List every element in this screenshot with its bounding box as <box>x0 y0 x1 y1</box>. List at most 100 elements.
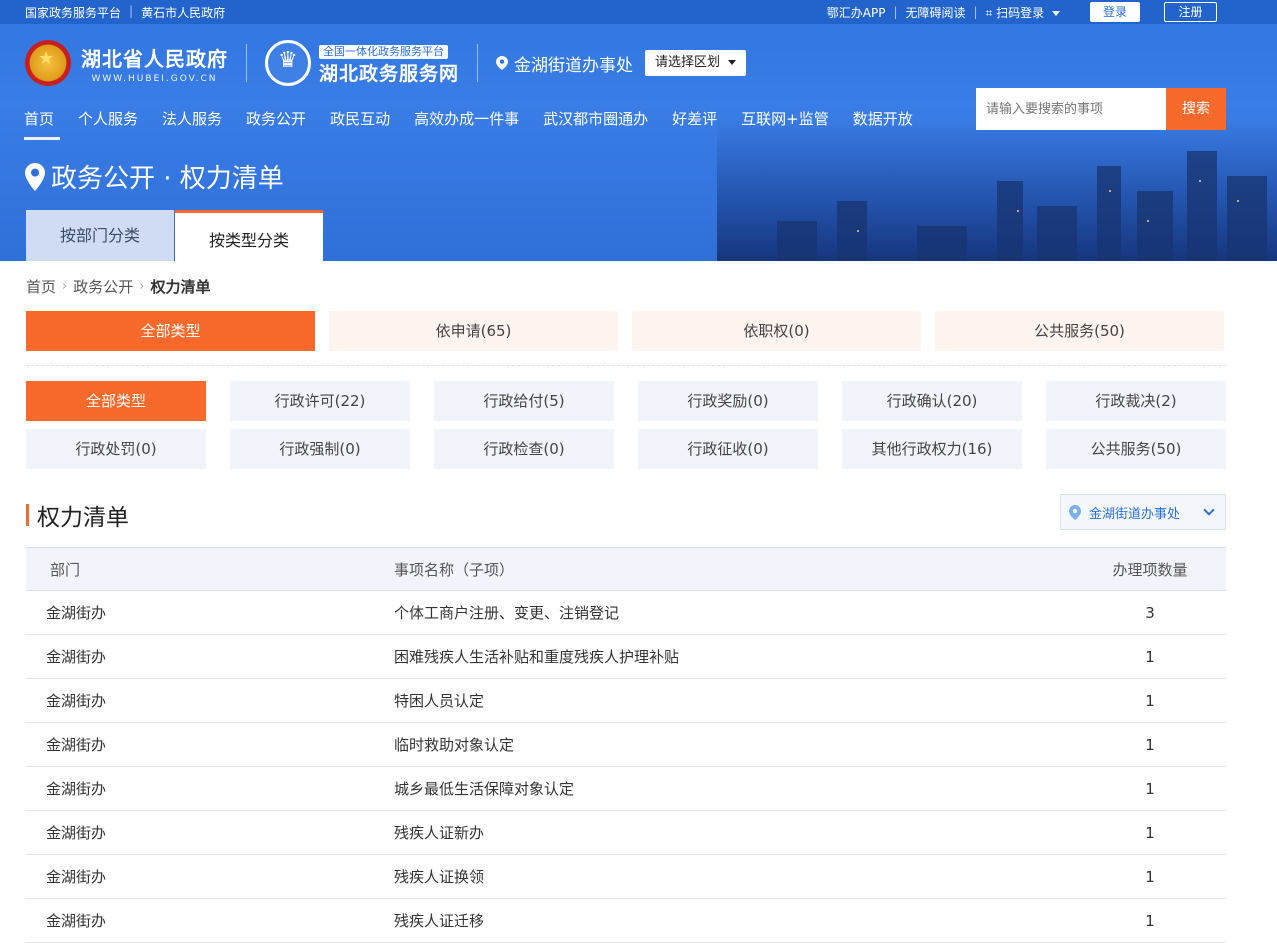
sub-filter-all[interactable]: 全部类型 <box>26 381 206 421</box>
table-row[interactable]: 金湖街办 残疾人证新办 1 <box>26 811 1226 855</box>
sub-filter-enforcement[interactable]: 行政强制(0) <box>230 429 410 469</box>
table-row[interactable]: 金湖街办 临时救助对象认定 1 <box>26 723 1226 767</box>
divider <box>477 44 479 82</box>
location-indicator: 金湖街道办事处 请选择区划 <box>496 50 747 76</box>
location-pin-icon <box>25 162 45 191</box>
cell-item-name[interactable]: 残疾人证换领 <box>394 855 1074 899</box>
qrcode-icon: ⌗ <box>985 5 993 20</box>
cell-count: 1 <box>1145 823 1155 842</box>
city-skyline-image <box>717 120 1277 261</box>
location-name: 金湖街道办事处 <box>514 55 634 76</box>
section-title-text: 权力清单 <box>37 505 129 531</box>
category-tabs: 按部门分类 按类型分类 <box>26 210 323 261</box>
table-row[interactable]: 金湖街办 个体工商户注册、变更、注销登记 3 <box>26 591 1226 635</box>
cell-department: 金湖街办 <box>46 912 107 930</box>
national-platform-link[interactable]: 国家政务服务平台 <box>25 4 121 21</box>
table-row[interactable]: 金湖街办 残疾人证迁移 1 <box>26 899 1226 943</box>
sub-filter-public-service[interactable]: 公共服务(50) <box>1046 429 1226 469</box>
gov-title: 湖北省人民政府 <box>81 46 228 71</box>
app-link[interactable]: 鄂汇办APP <box>827 4 886 21</box>
cell-item-name[interactable]: 城乡最低生活保障对象认定 <box>394 767 1074 811</box>
sub-filter-license[interactable]: 行政许可(22) <box>230 381 410 421</box>
nav-item-supervision[interactable]: 互联网+监管 <box>741 108 829 138</box>
region-dropdown[interactable]: 金湖街道办事处 <box>1060 494 1226 530</box>
nav-item-interaction[interactable]: 政民互动 <box>330 108 390 138</box>
nav-item-home[interactable]: 首页 <box>24 108 61 140</box>
page-title-text: 政务公开 · 权力清单 <box>51 164 284 194</box>
type-filter-public-service[interactable]: 公共服务(50) <box>935 311 1224 351</box>
chevron-right-icon: › <box>139 279 145 294</box>
sub-filter-grid: 全部类型 行政许可(22) 行政给付(5) 行政奖励(0) 行政确认(20) 行… <box>26 381 1226 469</box>
table-row[interactable]: 金湖街办 特困人员认定 1 <box>26 679 1226 723</box>
platform-tag: 全国一体化政务服务平台 <box>319 45 448 59</box>
location-pin-icon <box>1069 504 1081 520</box>
region-select-label: 请选择区划 <box>655 55 721 70</box>
nav-item-legal-person[interactable]: 法人服务 <box>162 108 222 138</box>
cell-count: 3 <box>1145 603 1155 622</box>
search-button[interactable]: 搜索 <box>1166 88 1226 130</box>
column-header-count: 办理项数量 <box>1112 560 1188 579</box>
region-dropdown-label: 金湖街道办事处 <box>1089 506 1181 522</box>
login-button[interactable]: 登录 <box>1089 2 1140 22</box>
main-nav: 首页 个人服务 法人服务 政务公开 政民互动 高效办成一件事 武汉都市圈通办 好… <box>24 108 937 140</box>
nav-item-one-thing[interactable]: 高效办成一件事 <box>414 108 519 138</box>
cell-item-name[interactable]: 残疾人证新办 <box>394 811 1074 855</box>
page-title: 政务公开 · 权力清单 <box>25 158 284 195</box>
cell-department: 金湖街办 <box>46 648 107 666</box>
nav-item-evaluation[interactable]: 好差评 <box>672 108 717 138</box>
huangshi-gov-link[interactable]: 黄石市人民政府 <box>141 4 225 21</box>
gov-logo-text[interactable]: 湖北省人民政府 WWW.HUBEI.GOV.CN <box>81 43 228 84</box>
cell-count: 1 <box>1145 911 1155 930</box>
region-select[interactable]: 请选择区划 <box>645 50 747 76</box>
sub-filter-inspection[interactable]: 行政检查(0) <box>434 429 614 469</box>
sub-filter-confirmation[interactable]: 行政确认(20) <box>842 381 1022 421</box>
table-row[interactable]: 金湖街办 困难残疾人生活补贴和重度残疾人护理补贴 1 <box>26 635 1226 679</box>
location-pin-icon <box>496 56 509 70</box>
platform-logo-text[interactable]: 全国一体化政务服务平台 湖北政务服务网 <box>319 40 459 86</box>
platform-logo-icon <box>265 40 311 86</box>
nav-item-open-data[interactable]: 数据开放 <box>853 108 913 138</box>
sub-filter-ruling[interactable]: 行政裁决(2) <box>1046 381 1226 421</box>
tab-by-type[interactable]: 按类型分类 <box>175 210 323 261</box>
cell-item-name[interactable]: 临时救助对象认定 <box>394 723 1074 767</box>
sub-filter-levy[interactable]: 行政征收(0) <box>638 429 818 469</box>
type-filter-on-application[interactable]: 依申请(65) <box>329 311 618 351</box>
logo-row: 湖北省人民政府 WWW.HUBEI.GOV.CN 全国一体化政务服务平台 湖北政… <box>25 38 747 88</box>
type-filter-ex-officio[interactable]: 依职权(0) <box>632 311 921 351</box>
table-row[interactable]: 金湖街办 城乡最低生活保障对象认定 1 <box>26 767 1226 811</box>
cell-department: 金湖街办 <box>46 868 107 886</box>
type-filter-all[interactable]: 全部类型 <box>26 311 315 351</box>
register-button[interactable]: 注册 <box>1164 2 1217 22</box>
breadcrumb-home[interactable]: 首页 <box>26 276 56 297</box>
cell-count: 1 <box>1145 735 1155 754</box>
nav-item-gov-affairs[interactable]: 政务公开 <box>246 108 306 138</box>
scan-login-label: 扫码登录 <box>996 5 1045 20</box>
nav-item-wuhan-circle[interactable]: 武汉都市圈通办 <box>543 108 648 138</box>
nav-item-personal[interactable]: 个人服务 <box>78 108 138 138</box>
gov-url: WWW.HUBEI.GOV.CN <box>91 73 218 84</box>
cell-item-name[interactable]: 特困人员认定 <box>394 679 1074 723</box>
sub-filter-reward[interactable]: 行政奖励(0) <box>638 381 818 421</box>
accessibility-link[interactable]: 无障碍阅读 <box>905 4 965 21</box>
caret-down-icon <box>728 60 737 65</box>
breadcrumb-gov-affairs[interactable]: 政务公开 <box>73 276 133 297</box>
scan-login-link[interactable]: ⌗ 扫码登录 <box>986 4 1060 21</box>
national-emblem-icon <box>25 40 71 86</box>
cell-count: 1 <box>1145 779 1155 798</box>
column-header-department: 部门 <box>50 560 81 579</box>
sub-filter-penalty[interactable]: 行政处罚(0) <box>26 429 206 469</box>
tab-by-department[interactable]: 按部门分类 <box>26 210 174 261</box>
sub-filter-payment[interactable]: 行政给付(5) <box>434 381 614 421</box>
section-title: 权力清单 <box>26 498 129 532</box>
chevron-right-icon: › <box>62 279 68 294</box>
caret-down-icon <box>1051 10 1060 16</box>
cell-item-name[interactable]: 个体工商户注册、变更、注销登记 <box>394 591 1074 635</box>
cell-item-name[interactable]: 困难残疾人生活补贴和重度残疾人护理补贴 <box>394 635 1074 679</box>
top-bar: 国家政务服务平台 | 黄石市人民政府 鄂汇办APP | 无障碍阅读 | ⌗ 扫码… <box>0 0 1277 24</box>
sub-filter-other[interactable]: 其他行政权力(16) <box>842 429 1022 469</box>
table-row[interactable]: 金湖街办 残疾人证换领 1 <box>26 855 1226 899</box>
search-input[interactable] <box>976 88 1166 130</box>
cell-item-name[interactable]: 残疾人证迁移 <box>394 899 1074 943</box>
cell-department: 金湖街办 <box>46 692 107 710</box>
column-header-item-name: 事项名称（子项） <box>394 560 515 579</box>
